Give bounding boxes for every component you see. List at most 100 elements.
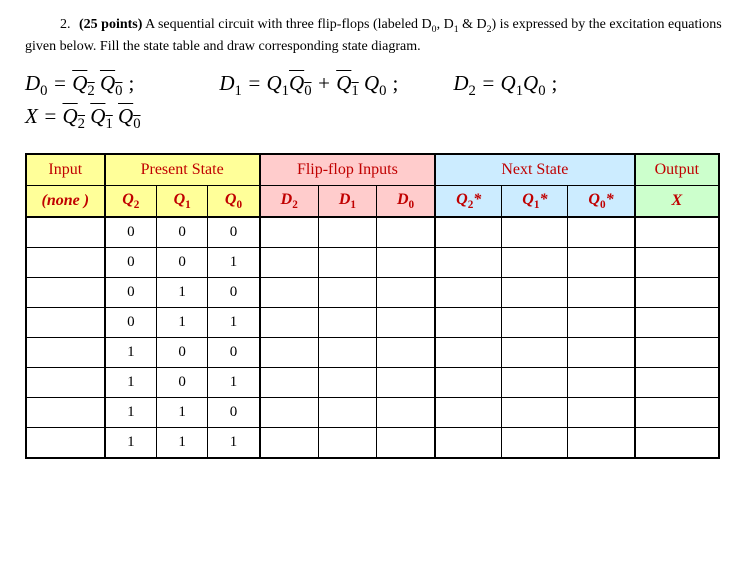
table-row: 000 <box>26 217 719 248</box>
cell-d0 <box>376 308 435 338</box>
cell-d1 <box>318 248 376 278</box>
cell-q2s <box>435 368 502 398</box>
cell-d2 <box>260 428 319 459</box>
cell-q2s <box>435 338 502 368</box>
cell-q0s <box>568 248 635 278</box>
cell-d2 <box>260 398 319 428</box>
table-row: 010 <box>26 278 719 308</box>
equation-x: X = Q2 Q1 Q0 <box>25 104 726 133</box>
cell-q2: 0 <box>105 217 157 248</box>
subheader-q1: Q1 <box>157 186 208 218</box>
cell-d1 <box>318 278 376 308</box>
cell-q2: 1 <box>105 428 157 459</box>
cell-d2 <box>260 217 319 248</box>
subheader-q2star: Q2* <box>435 186 502 218</box>
cell-q1s <box>502 217 568 248</box>
cell-d1 <box>318 308 376 338</box>
cell-d0 <box>376 368 435 398</box>
cell-q0: 1 <box>208 308 260 338</box>
cell-d1 <box>318 217 376 248</box>
cell-d2 <box>260 368 319 398</box>
cell-input <box>26 308 105 338</box>
cell-q2s <box>435 428 502 459</box>
table-sub-header-row: (none ) Q2 Q1 Q0 D2 D1 D0 Q2* Q1* Q0* X <box>26 186 719 218</box>
cell-d0 <box>376 278 435 308</box>
cell-x <box>635 428 719 459</box>
cell-q2: 1 <box>105 398 157 428</box>
cell-q1s <box>502 398 568 428</box>
cell-q2: 0 <box>105 248 157 278</box>
cell-q1: 0 <box>157 338 208 368</box>
subheader-x: X <box>635 186 719 218</box>
cell-q1: 1 <box>157 428 208 459</box>
cell-q0: 0 <box>208 278 260 308</box>
subheader-d2: D2 <box>260 186 319 218</box>
cell-q1: 0 <box>157 217 208 248</box>
cell-q1s <box>502 278 568 308</box>
cell-input <box>26 278 105 308</box>
cell-d2 <box>260 278 319 308</box>
cell-x <box>635 368 719 398</box>
cell-q0s <box>568 308 635 338</box>
cell-q1: 1 <box>157 398 208 428</box>
cell-q1: 1 <box>157 278 208 308</box>
cell-q0: 1 <box>208 248 260 278</box>
cell-x <box>635 398 719 428</box>
cell-q2: 0 <box>105 278 157 308</box>
cell-input <box>26 338 105 368</box>
header-present-state: Present State <box>105 154 260 186</box>
subheader-q0: Q0 <box>208 186 260 218</box>
equation-d1: D1 = Q1Q0 + Q1 Q0; <box>219 71 398 100</box>
cell-input <box>26 217 105 248</box>
question-text-1: A sequential circuit with three flip-flo… <box>145 17 432 32</box>
cell-q0s <box>568 217 635 248</box>
cell-d2 <box>260 338 319 368</box>
cell-x <box>635 338 719 368</box>
table-row: 110 <box>26 398 719 428</box>
cell-q2: 1 <box>105 368 157 398</box>
cell-q2s <box>435 308 502 338</box>
cell-input <box>26 248 105 278</box>
cell-x <box>635 308 719 338</box>
subheader-none: (none ) <box>26 186 105 218</box>
table-row: 100 <box>26 338 719 368</box>
header-output: Output <box>635 154 719 186</box>
cell-q0s <box>568 278 635 308</box>
equation-d0: D0 = Q2 Q0; <box>25 71 134 100</box>
cell-q1: 1 <box>157 308 208 338</box>
subheader-q2: Q2 <box>105 186 157 218</box>
cell-d1 <box>318 398 376 428</box>
table-row: 011 <box>26 308 719 338</box>
cell-d2 <box>260 248 319 278</box>
cell-q0: 1 <box>208 428 260 459</box>
cell-x <box>635 217 719 248</box>
cell-input <box>26 368 105 398</box>
cell-x <box>635 248 719 278</box>
cell-d0 <box>376 398 435 428</box>
cell-q1: 0 <box>157 368 208 398</box>
cell-q0: 0 <box>208 338 260 368</box>
cell-q0s <box>568 428 635 459</box>
cell-q1s <box>502 338 568 368</box>
cell-d0 <box>376 428 435 459</box>
cell-q0: 0 <box>208 398 260 428</box>
subheader-d0: D0 <box>376 186 435 218</box>
cell-q0s <box>568 368 635 398</box>
question-header: 2. (25 points) A sequential circuit with… <box>25 15 726 56</box>
subheader-q1star: Q1* <box>502 186 568 218</box>
state-table: Input Present State Flip-flop Inputs Nex… <box>25 153 720 459</box>
cell-q2s <box>435 248 502 278</box>
cell-d1 <box>318 428 376 459</box>
table-group-header-row: Input Present State Flip-flop Inputs Nex… <box>26 154 719 186</box>
cell-input <box>26 398 105 428</box>
table-row: 101 <box>26 368 719 398</box>
header-next-state: Next State <box>435 154 634 186</box>
header-input: Input <box>26 154 105 186</box>
cell-d0 <box>376 338 435 368</box>
cell-d0 <box>376 217 435 248</box>
cell-d1 <box>318 338 376 368</box>
cell-q2s <box>435 217 502 248</box>
cell-x <box>635 278 719 308</box>
table-row: 001 <box>26 248 719 278</box>
header-flip-flop-inputs: Flip-flop Inputs <box>260 154 436 186</box>
